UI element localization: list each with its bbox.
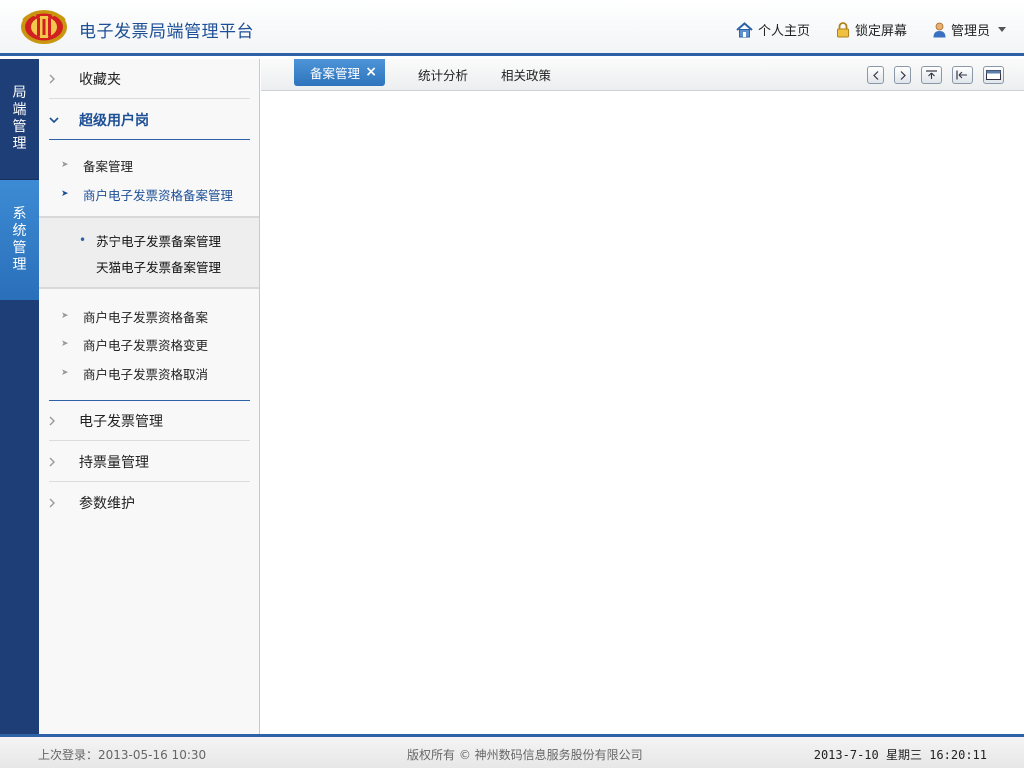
vnav-item-system-management[interactable]: 系 统 管 理 [0,180,39,300]
sidebar-item-merchant-record-management[interactable]: ➤ 商户电子发票资格备案管理 [61,183,233,205]
home-icon [736,21,753,37]
collapse-up-icon [926,70,937,79]
sidebar-group-super-user[interactable]: 超级用户岗 [49,100,250,140]
sidebar-item-merchant-change[interactable]: ➤ 商户电子发票资格变更 [61,333,208,355]
user-avatar-icon [933,22,946,37]
bullet-icon: • [79,233,87,247]
tab-bar: 备案管理 × 统计分析 相关政策 [261,59,1024,91]
chevron-right-icon [900,70,906,80]
tab-label: 备案管理 [310,66,361,81]
vnav-char: 管 [12,240,27,256]
top-links: 个人主页 锁定屏幕 管理员 [710,20,1006,39]
chevron-left-icon [872,70,878,80]
sidebar-group-label: 电子发票管理 [79,413,163,430]
tab-statistics[interactable]: 统计分析 [418,65,468,84]
sidebar-group-label: 超级用户岗 [79,112,149,129]
chevron-right-icon [49,416,79,426]
lock-screen-label: 锁定屏幕 [854,24,907,39]
sidebar-item-merchant-record[interactable]: ➤ 商户电子发票资格备案 [61,305,208,327]
sidebar-item-label: 商户电子发票资格取消 [83,366,209,382]
sidebar-group-ticket-quantity[interactable]: 持票量管理 [49,442,250,482]
sidebar-group-params[interactable]: 参数维护 [49,483,250,523]
vertical-nav: 局 端 管 理 系 统 管 理 [0,59,39,734]
collapse-sidebar-button[interactable] [952,66,973,84]
last-login-text: 上次登录：2013-05-16 10:30 [38,748,207,762]
datetime-text: 2013-7-10 星期三 16:20:11 [813,748,987,762]
sidebar-group-label: 收藏夹 [79,71,121,88]
main-content-area [261,92,1024,734]
arrow-right-icon: ➤ [61,160,69,170]
sidebar-item-label: 苏宁电子发票备案管理 [96,233,222,249]
header: 电子发票局端管理平台 个人主页 锁定屏幕 管理员 [0,0,1024,56]
tax-emblem-logo [20,8,68,46]
vnav-item-bureau-management[interactable]: 局 端 管 理 [0,59,39,180]
app-title: 电子发票局端管理平台 [79,22,254,42]
scroll-left-button[interactable] [867,66,884,84]
window-icon [986,70,1001,80]
lock-screen-link[interactable]: 锁定屏幕 [836,20,907,39]
home-link[interactable]: 个人主页 [736,20,810,39]
vnav-char: 理 [12,136,27,152]
scroll-right-button[interactable] [894,66,911,84]
sidebar-group-label: 参数维护 [79,496,135,512]
user-menu[interactable]: 管理员 [933,20,1006,39]
vnav-char: 局 [12,85,27,101]
sidebar-item-record-management[interactable]: ➤ 备案管理 [61,154,133,176]
sidebar-item-tmall[interactable]: 天猫电子发票备案管理 [79,256,221,276]
sidebar-group-einvoice[interactable]: 电子发票管理 [49,401,250,441]
chevron-right-icon [49,457,79,467]
lock-icon [836,21,849,37]
collapse-left-icon [956,70,967,80]
user-menu-label: 管理员 [950,24,990,39]
tab-record-management[interactable]: 备案管理 × [294,59,385,86]
sidebar-third-level-panel: • 苏宁电子发票备案管理 天猫电子发票备案管理 [39,216,259,289]
chevron-down-icon [998,27,1006,32]
sidebar-item-label: 天猫电子发票备案管理 [96,259,222,275]
sidebar-item-label: 商户电子发票资格备案 [83,309,209,325]
vnav-char: 系 [12,206,27,222]
sidebar-group-label: 持票量管理 [79,454,149,471]
arrow-right-icon: ➤ [61,311,69,321]
chevron-down-icon [49,116,79,123]
arrow-right-icon: ➤ [61,339,69,349]
sidebar-item-label: 商户电子发票资格备案管理 [83,187,234,203]
sidebar-item-suning[interactable]: • 苏宁电子发票备案管理 [79,230,221,250]
sidebar-item-label: 商户电子发票资格变更 [83,337,209,353]
arrow-right-icon: ➤ [61,368,69,378]
arrow-right-icon: ➤ [61,189,69,199]
vnav-char: 管 [12,119,27,135]
fullscreen-button[interactable] [983,66,1004,84]
vnav-char: 端 [12,102,27,118]
sidebar-group-favorites[interactable]: 收藏夹 [49,59,250,99]
sidebar-item-merchant-cancel[interactable]: ➤ 商户电子发票资格取消 [61,362,208,384]
sidebar-item-label: 备案管理 [83,158,134,174]
chevron-right-icon [49,498,79,508]
tab-related-policy[interactable]: 相关政策 [501,65,551,84]
collapse-header-button[interactable] [921,66,942,84]
copyright-text: 版权所有 © 神州数码信息服务股份有限公司 [407,748,643,762]
chevron-right-icon [49,74,79,84]
close-icon[interactable]: × [365,64,377,80]
vnav-char: 理 [12,257,27,273]
footer: 上次登录：2013-05-16 10:30 版权所有 © 神州数码信息服务股份有… [0,734,1024,768]
vnav-char: 统 [12,223,27,239]
sidebar-menu: 收藏夹 超级用户岗 ➤ 备案管理 ➤ 商户电子发票资格备案管理 • 苏宁电子发票… [39,59,260,734]
home-link-label: 个人主页 [757,24,810,39]
